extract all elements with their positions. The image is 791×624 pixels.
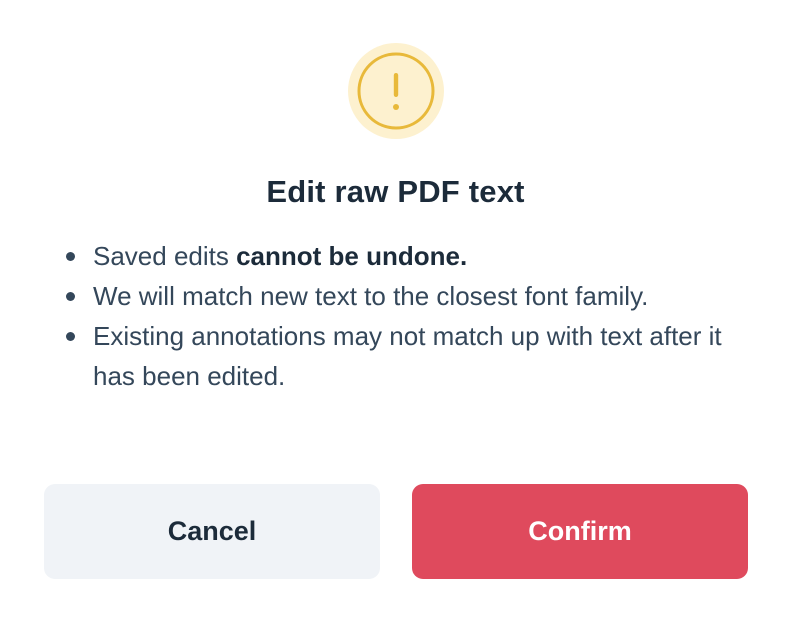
dialog-title: Edit raw PDF text <box>266 174 525 209</box>
warning-list: Saved edits cannot be undone. We will ma… <box>62 236 722 396</box>
cancel-button[interactable]: Cancel <box>44 484 380 579</box>
confirm-button[interactable]: Confirm <box>412 484 748 579</box>
bullet-text: Saved edits <box>93 241 237 271</box>
list-item: Existing annotations may not match up wi… <box>62 316 722 396</box>
list-item: We will match new text to the closest fo… <box>62 276 722 316</box>
bullet-emphasis: cannot be undone. <box>236 241 468 271</box>
bullet-text: Existing annotations may not match up wi… <box>93 321 722 391</box>
edit-raw-pdf-text-dialog: Edit raw PDF text Saved edits cannot be … <box>0 0 791 624</box>
warning-exclamation-icon <box>357 52 435 130</box>
warning-icon-badge <box>348 43 444 139</box>
list-item: Saved edits cannot be undone. <box>62 236 722 276</box>
bullet-text: We will match new text to the closest fo… <box>93 281 649 311</box>
